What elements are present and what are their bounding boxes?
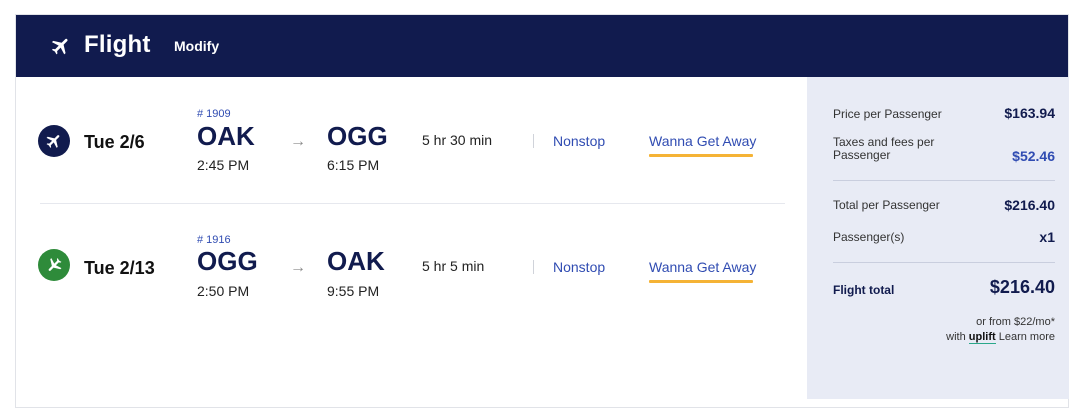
arrive-time: 6:15 PM bbox=[327, 157, 380, 173]
fare-underline bbox=[649, 154, 753, 157]
taxes-value: $52.46 bbox=[1012, 148, 1055, 164]
fare-class[interactable]: Wanna Get Away bbox=[649, 133, 756, 149]
divider bbox=[533, 260, 534, 274]
destination-code: OGG bbox=[327, 121, 388, 151]
plane-icon bbox=[51, 38, 68, 55]
depart-time: 2:50 PM bbox=[197, 283, 250, 299]
stops-link[interactable]: Nonstop bbox=[553, 133, 605, 149]
financing-line1: or from $22/mo* bbox=[976, 316, 1055, 328]
price-per-passenger-label: Price per Passenger bbox=[833, 107, 942, 121]
header-title: Flight bbox=[84, 31, 151, 58]
passengers-row: Passenger(s) x1 bbox=[833, 228, 1055, 246]
depart-time: 2:45 PM bbox=[197, 157, 250, 173]
flight-duration: 5 hr 5 min bbox=[422, 258, 485, 274]
flight-number: # 1916 bbox=[197, 234, 231, 246]
flight-number: # 1909 bbox=[197, 108, 231, 120]
fare-underline bbox=[649, 280, 753, 283]
total-per-passenger-value: $216.40 bbox=[1004, 197, 1055, 213]
modify-link[interactable]: Modify bbox=[174, 38, 219, 54]
summary-divider bbox=[833, 180, 1055, 181]
flight-header: Flight Modify bbox=[16, 15, 1068, 77]
price-per-passenger-value: $163.94 bbox=[1004, 105, 1055, 121]
learn-more-link[interactable]: Learn more bbox=[999, 331, 1055, 343]
total-per-passenger-row: Total per Passenger $216.40 bbox=[833, 196, 1055, 214]
flight-total-row: Flight total $216.40 bbox=[833, 277, 1055, 303]
taxes-row: Taxes and fees per Passenger $52.46 bbox=[833, 136, 1055, 166]
price-summary: Price per Passenger $163.94 Taxes and fe… bbox=[807, 77, 1069, 399]
divider bbox=[533, 134, 534, 148]
plane-icon bbox=[48, 258, 62, 271]
flight-total-value: $216.40 bbox=[989, 277, 1055, 297]
flight-date: Tue 2/13 bbox=[84, 258, 155, 278]
stops-link[interactable]: Nonstop bbox=[553, 259, 605, 275]
uplift-logo: uplift bbox=[968, 331, 996, 344]
flight-row-outbound: Tue 2/6 # 1909 OAK 2:45 PM → OGG 6:15 PM… bbox=[16, 77, 806, 197]
flight-date: Tue 2/6 bbox=[84, 132, 145, 152]
fare-class[interactable]: Wanna Get Away bbox=[649, 259, 756, 275]
origin-code: OGG bbox=[197, 246, 258, 276]
total-per-passenger-label: Total per Passenger bbox=[833, 198, 940, 212]
arrow-right-icon: → bbox=[290, 259, 306, 276]
financing-offer: or from $22/mo* with uplift Learn more bbox=[833, 315, 1055, 345]
departure-badge bbox=[38, 125, 70, 157]
arrive-time: 9:55 PM bbox=[327, 283, 380, 299]
passengers-value: x1 bbox=[1039, 229, 1055, 245]
destination-code: OAK bbox=[327, 246, 385, 276]
flight-row-return: Tue 2/13 # 1916 OGG 2:50 PM → OAK 9:55 P… bbox=[16, 203, 806, 323]
passengers-label: Passenger(s) bbox=[833, 230, 905, 244]
return-badge bbox=[38, 249, 70, 281]
price-per-passenger-row: Price per Passenger $163.94 bbox=[833, 105, 1055, 123]
origin-code: OAK bbox=[197, 121, 255, 151]
plane-icon bbox=[46, 135, 60, 148]
flight-duration: 5 hr 30 min bbox=[422, 132, 493, 148]
financing-with: with bbox=[946, 331, 966, 343]
flight-card: Flight Modify Tue 2/6 # 1909 OAK 2:45 PM… bbox=[15, 14, 1069, 408]
financing-line2: with uplift Learn more bbox=[833, 330, 1055, 345]
arrow-right-icon: → bbox=[290, 133, 306, 150]
flight-total-label: Flight total bbox=[833, 283, 895, 297]
summary-divider bbox=[833, 262, 1055, 263]
